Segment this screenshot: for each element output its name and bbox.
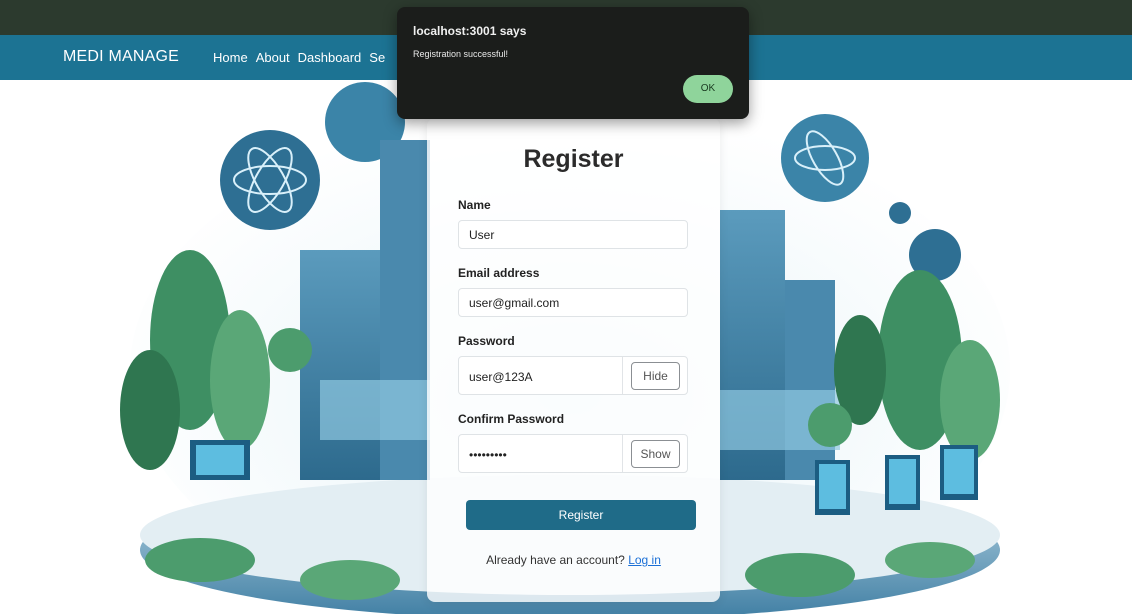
nav-link-home[interactable]: Home (213, 50, 248, 65)
confirm-password-value: ••••••••• (469, 448, 507, 462)
nav-links: Home About Dashboard Se (213, 50, 393, 65)
browser-alert-dialog: localhost:3001 says Registration success… (397, 7, 749, 119)
name-label: Name (458, 198, 491, 212)
email-label: Email address (458, 266, 540, 280)
confirm-password-field[interactable]: ••••••••• Show (458, 434, 688, 473)
confirm-password-divider (622, 435, 623, 472)
name-input[interactable]: User (458, 220, 688, 249)
alert-ok-button[interactable]: OK (683, 75, 733, 103)
password-value: user@123A (469, 370, 533, 384)
register-card: Register Name User Email address user@gm… (427, 118, 720, 602)
register-title: Register (523, 145, 624, 173)
nav-link-services[interactable]: Se (369, 50, 385, 65)
email-input[interactable]: user@gmail.com (458, 288, 688, 317)
nav-link-about[interactable]: About (256, 50, 290, 65)
nav-link-dashboard[interactable]: Dashboard (298, 50, 362, 65)
password-divider (622, 357, 623, 394)
hide-password-button[interactable]: Hide (631, 362, 680, 390)
password-label: Password (458, 334, 515, 348)
register-button[interactable]: Register (466, 500, 696, 530)
password-field[interactable]: user@123A Hide (458, 356, 688, 395)
login-prompt-text: Already have an account? (486, 553, 625, 567)
show-password-button[interactable]: Show (631, 440, 680, 468)
alert-message: Registration successful! (413, 49, 509, 59)
alert-title: localhost:3001 says (413, 24, 527, 38)
login-link[interactable]: Log in (628, 553, 661, 567)
confirm-password-label: Confirm Password (458, 412, 565, 426)
brand-logo[interactable]: MEDI MANAGE (63, 48, 179, 66)
login-prompt: Already have an account? Log in (427, 553, 720, 567)
